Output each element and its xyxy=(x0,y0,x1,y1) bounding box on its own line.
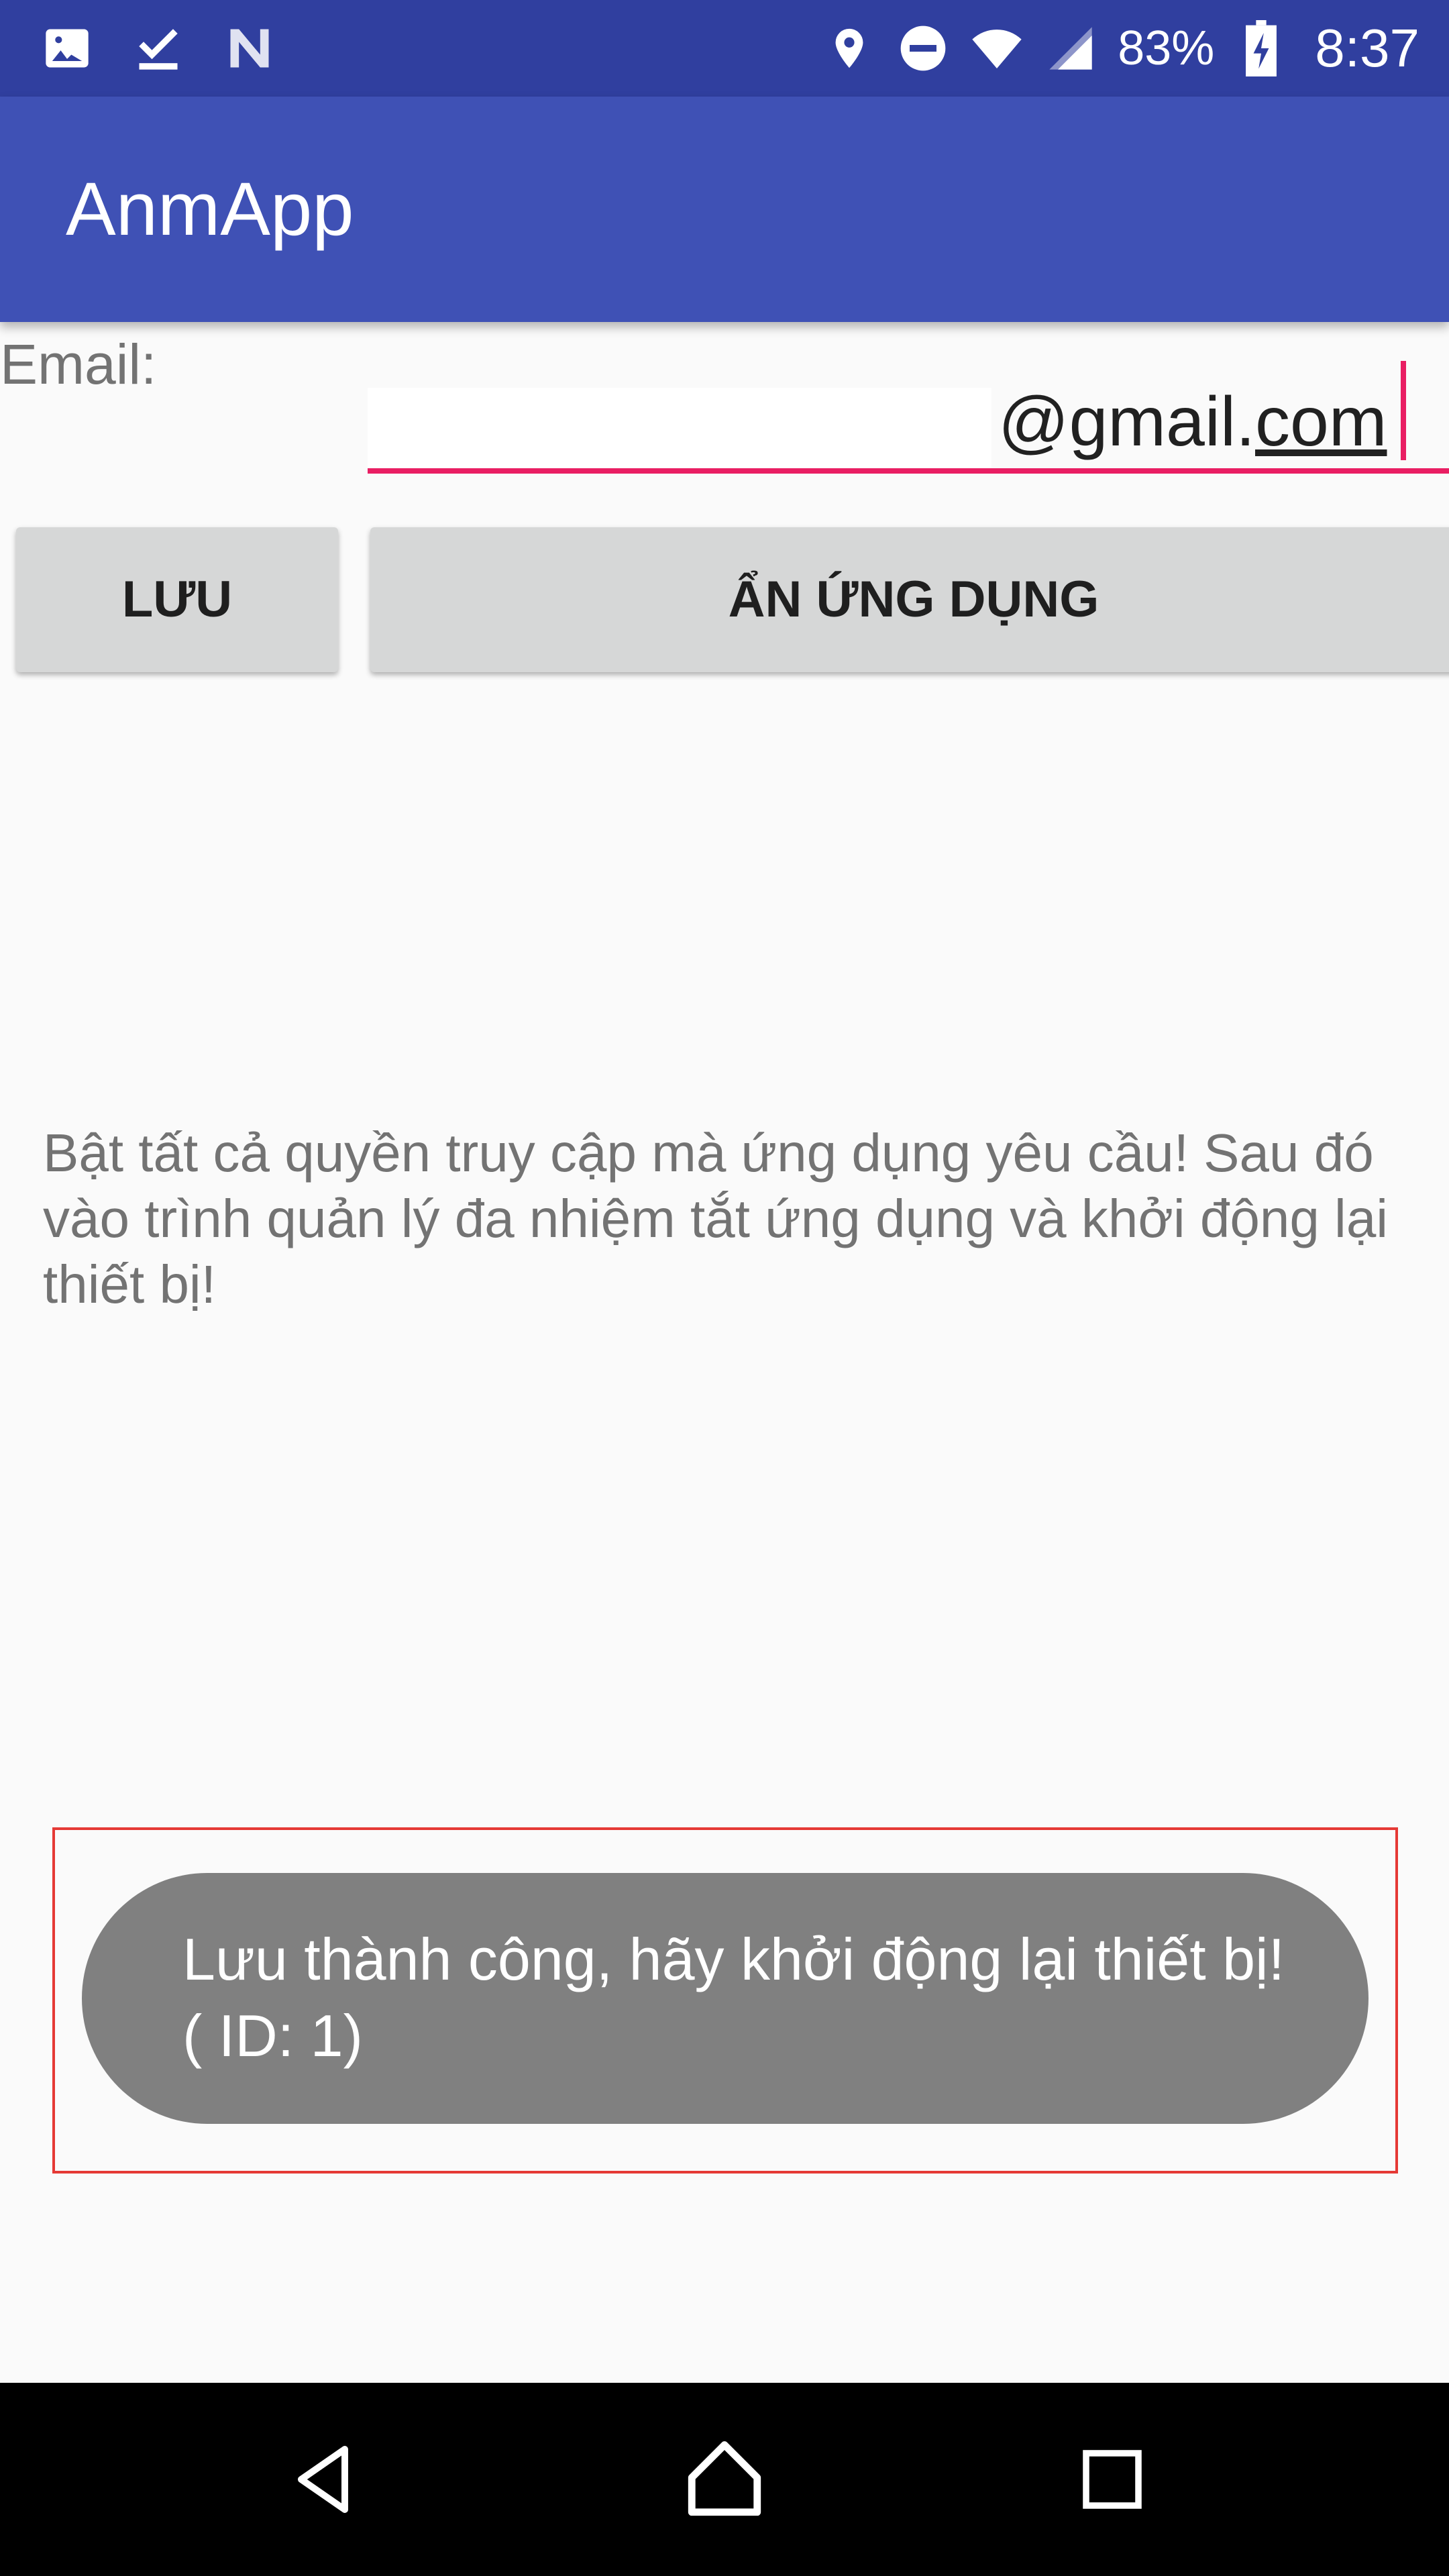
toast-message: Lưu thành công, hãy khởi động lại thiết … xyxy=(82,1873,1368,2124)
home-icon[interactable] xyxy=(671,2426,778,2533)
toast-line-2: ( ID: 1) xyxy=(182,2002,363,2069)
app-bar: AnmApp xyxy=(0,97,1449,322)
field-underline xyxy=(368,468,1449,474)
battery-percent: 83% xyxy=(1118,21,1215,75)
recents-icon[interactable] xyxy=(1059,2426,1166,2533)
email-value: @gmail.com xyxy=(998,382,1387,462)
battery-icon xyxy=(1234,20,1288,76)
status-bar: 83% 8:37 xyxy=(0,0,1449,97)
email-label: Email: xyxy=(0,333,157,396)
n-icon xyxy=(223,21,276,75)
email-value-domain: @gmail. xyxy=(998,383,1255,461)
redacted-region xyxy=(368,388,991,468)
toast-line-1: Lưu thành công, hãy khởi động lại thiết … xyxy=(182,1926,1285,1992)
hide-app-button[interactable]: ẨN ỨNG DỤNG xyxy=(370,527,1449,672)
email-value-tld: com xyxy=(1255,383,1387,461)
text-cursor xyxy=(1401,361,1406,460)
back-icon[interactable] xyxy=(271,2426,378,2533)
check-download-icon xyxy=(131,21,185,75)
instructions-text: Bật tất cả quyền truy cập mà ứng dụng yê… xyxy=(43,1123,1389,1314)
signal-icon xyxy=(1044,21,1097,75)
save-button[interactable]: LƯU xyxy=(16,527,338,672)
dnd-icon xyxy=(896,21,950,75)
email-field[interactable]: @gmail.com xyxy=(368,356,1449,476)
toast-text: Lưu thành công, hãy khởi động lại thiết … xyxy=(182,1921,1323,2074)
clock: 8:37 xyxy=(1315,18,1419,78)
location-icon xyxy=(822,21,876,75)
navigation-bar xyxy=(0,2383,1449,2576)
app-title: AnmApp xyxy=(66,167,354,251)
wifi-icon xyxy=(970,21,1024,75)
image-icon xyxy=(40,21,94,75)
